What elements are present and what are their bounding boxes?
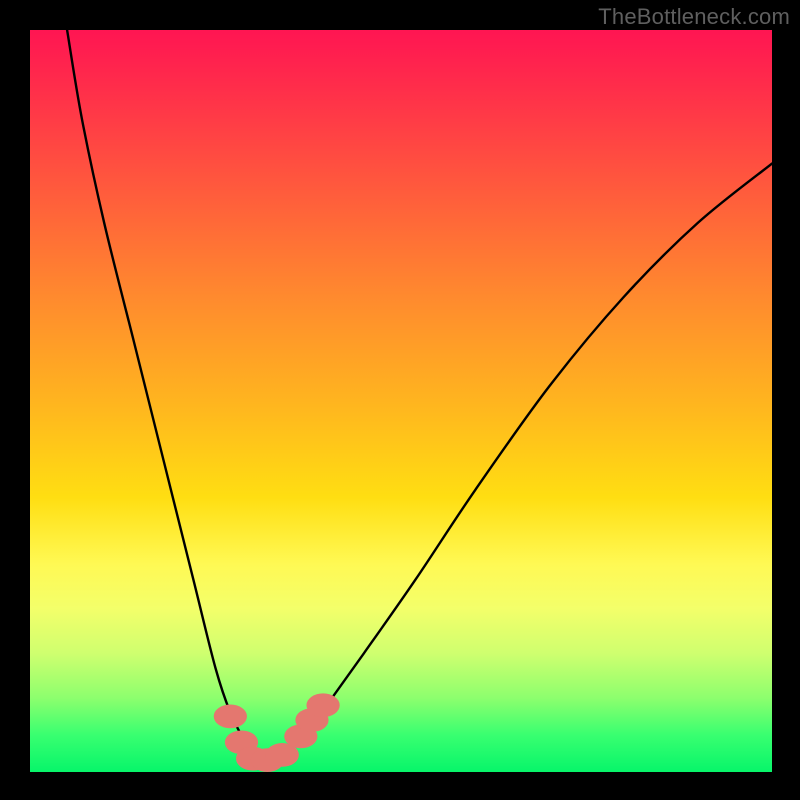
chart-svg — [30, 30, 772, 772]
plot-area — [30, 30, 772, 772]
marker-8 — [306, 693, 339, 717]
marker-1 — [214, 704, 247, 728]
marker-group — [214, 693, 340, 772]
bottleneck-curve — [67, 30, 772, 758]
watermark-text: TheBottleneck.com — [598, 4, 790, 30]
chart-frame: TheBottleneck.com — [0, 0, 800, 800]
